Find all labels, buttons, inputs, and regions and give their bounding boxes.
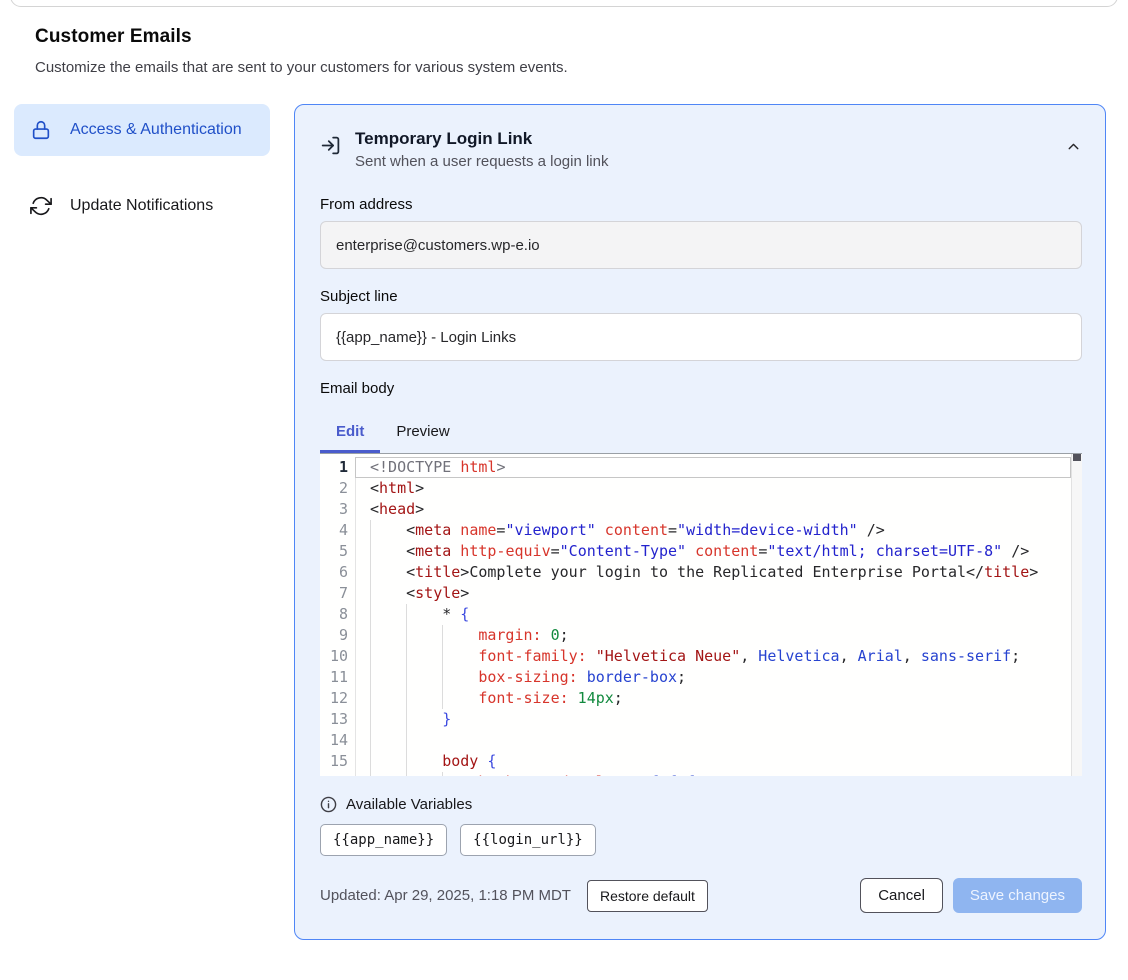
subject-line-label: Subject line (320, 288, 1082, 305)
editor-scrollbar[interactable] (1071, 454, 1082, 776)
sidebar-item-label: Update Notifications (70, 194, 213, 218)
code-line-text: box-sizing: border-box; (355, 667, 1071, 688)
chevron-up-icon[interactable] (1065, 138, 1082, 155)
panel-header-text: Temporary Login Link Sent when a user re… (355, 129, 608, 170)
footer-actions: Cancel Save changes (860, 878, 1082, 913)
refresh-icon (30, 195, 52, 217)
variable-chip[interactable]: {{login_url}} (460, 824, 596, 856)
line-number: 13 (320, 709, 348, 730)
login-icon (320, 135, 341, 156)
updated-timestamp: Updated: Apr 29, 2025, 1:18 PM MDT (320, 887, 571, 904)
page: Customer Emails Customize the emails tha… (0, 0, 1128, 980)
code-line[interactable]: 7 <style> (320, 583, 1082, 604)
code-line-text: <meta name="viewport" content="width=dev… (355, 520, 1071, 541)
email-template-panel: Temporary Login Link Sent when a user re… (294, 104, 1106, 940)
sidebar-item-label: Access & Authentication (70, 118, 242, 142)
scrollbar-thumb[interactable] (1073, 454, 1081, 461)
code-line-text: font-size: 14px; (355, 688, 1071, 709)
tab-edit[interactable]: Edit (320, 413, 380, 453)
code-lines: 1 <!DOCTYPE html> 2 <html> 3 <head> 4 <meta nam… (320, 454, 1082, 776)
line-number: 11 (320, 667, 348, 688)
code-line-text: font-family: "Helvetica Neue", Helvetica… (355, 646, 1071, 667)
code-line-text: * { (355, 604, 1071, 625)
line-number: 15 (320, 751, 348, 772)
variable-chip[interactable]: {{app_name}} (320, 824, 447, 856)
code-line-text: <meta http-equiv="Content-Type" content=… (355, 541, 1071, 562)
line-number: 5 (320, 541, 348, 562)
code-line[interactable]: 10 font-family: "Helvetica Neue", Helveti… (320, 646, 1082, 667)
code-line-text: body { (355, 751, 1071, 772)
variable-chips: {{app_name}} {{login_url}} (320, 824, 1082, 856)
code-line-text: <head> (355, 499, 1071, 520)
code-line[interactable]: 5 <meta http-equiv="Content-Type" content… (320, 541, 1082, 562)
code-line[interactable]: 3 <head> (320, 499, 1082, 520)
template-subtitle: Sent when a user requests a login link (355, 153, 608, 170)
code-line[interactable]: 11 box-sizing: border-box; (320, 667, 1082, 688)
page-title: Customer Emails (35, 26, 1093, 48)
save-changes-button[interactable]: Save changes (953, 878, 1082, 913)
content-row: Access & Authentication Update Notificat… (14, 104, 1106, 940)
template-title: Temporary Login Link (355, 129, 608, 149)
code-line[interactable]: 15 body { (320, 751, 1082, 772)
line-number: 10 (320, 646, 348, 667)
sidebar-item-update-notifications[interactable]: Update Notifications (14, 180, 270, 232)
code-line-text: <style> (355, 583, 1071, 604)
code-line[interactable]: 16 background-color: #f6f6f6; (320, 772, 1082, 776)
line-number: 12 (320, 688, 348, 709)
info-icon (320, 796, 337, 813)
line-number: 8 (320, 604, 348, 625)
code-line[interactable]: 2 <html> (320, 478, 1082, 499)
code-line-text (355, 730, 1071, 751)
available-variables-label: Available Variables (346, 796, 472, 813)
available-variables-header: Available Variables (320, 796, 1082, 813)
line-number: 14 (320, 730, 348, 751)
code-line[interactable]: 9 margin: 0; (320, 625, 1082, 646)
previous-card-bottom-edge (10, 0, 1118, 7)
from-address-input[interactable] (320, 221, 1082, 269)
code-editor[interactable]: 1 <!DOCTYPE html> 2 <html> 3 <head> 4 <meta nam… (320, 453, 1082, 776)
line-number: 3 (320, 499, 348, 520)
page-subtitle: Customize the emails that are sent to yo… (35, 59, 1093, 76)
line-number: 4 (320, 520, 348, 541)
lock-icon (30, 119, 52, 141)
panel-footer: Updated: Apr 29, 2025, 1:18 PM MDT Resto… (320, 878, 1082, 913)
code-line[interactable]: 1 <!DOCTYPE html> (320, 457, 1082, 478)
code-line[interactable]: 13} (320, 709, 1082, 730)
line-number: 1 (320, 457, 348, 478)
code-line-text: <!DOCTYPE html> (355, 457, 1071, 478)
code-line[interactable]: 14 (320, 730, 1082, 751)
code-line[interactable]: 6 <title>Complete your login to the Repli… (320, 562, 1082, 583)
tab-preview[interactable]: Preview (380, 413, 465, 453)
email-body-tabs: EditPreview (320, 413, 1082, 453)
code-line[interactable]: 12 font-size: 14px; (320, 688, 1082, 709)
panel-header: Temporary Login Link Sent when a user re… (320, 129, 1082, 170)
restore-default-button[interactable]: Restore default (587, 880, 708, 912)
code-line-text: margin: 0; (355, 625, 1071, 646)
code-line-text: <html> (355, 478, 1071, 499)
code-line-text: background-color: #f6f6f6; (355, 772, 1071, 776)
cancel-button[interactable]: Cancel (860, 878, 943, 913)
sidebar-item-access-authentication[interactable]: Access & Authentication (14, 104, 270, 156)
line-number: 6 (320, 562, 348, 583)
sidebar: Access & Authentication Update Notificat… (14, 104, 270, 232)
email-body-label: Email body (320, 380, 1082, 397)
line-number: 16 (320, 772, 348, 776)
line-number: 7 (320, 583, 348, 604)
line-number: 9 (320, 625, 348, 646)
code-line[interactable]: 4 <meta name="viewport" content="width=de… (320, 520, 1082, 541)
from-address-label: From address (320, 196, 1082, 213)
code-line-text: <title>Complete your login to the Replic… (355, 562, 1071, 583)
subject-line-input[interactable] (320, 313, 1082, 361)
code-line[interactable]: 8 * { (320, 604, 1082, 625)
page-header: Customer Emails Customize the emails tha… (35, 26, 1093, 76)
code-line-text: } (355, 709, 1071, 730)
line-number: 2 (320, 478, 348, 499)
